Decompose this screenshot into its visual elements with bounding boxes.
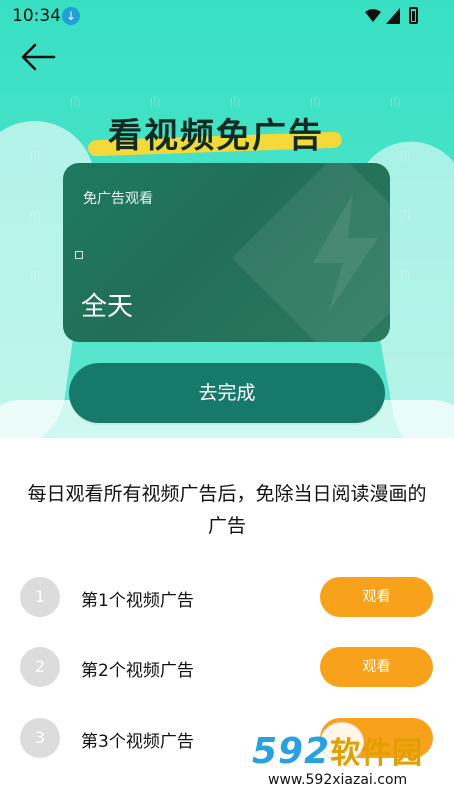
card-value: 全天: [81, 292, 134, 322]
small-square-icon: [75, 251, 83, 259]
watch-button[interactable]: 观看: [320, 647, 433, 687]
pattern-mark: ᗰ: [30, 149, 41, 165]
battery-icon: [409, 7, 418, 24]
pattern-mark: ᗰ: [30, 419, 41, 435]
ad-label: 第2个视频广告: [81, 661, 194, 681]
ad-label: 第3个视频广告: [81, 732, 194, 752]
complete-button[interactable]: 去完成: [69, 363, 385, 423]
watermark-url: www.592xiazai.com: [268, 772, 408, 788]
watch-button[interactable]: 观看: [320, 577, 433, 617]
pattern-mark: ᗰ: [70, 95, 81, 111]
pattern-mark: ᗰ: [30, 209, 41, 225]
list-item: 2 第2个视频广告 观看: [0, 647, 454, 689]
status-time: 10:34: [12, 6, 61, 26]
wifi-icon: [365, 9, 381, 22]
pattern-mark: ᗰ: [400, 419, 411, 435]
watermark-logo: 592软件园: [252, 728, 423, 772]
banner-title: 看视频免广告: [108, 116, 324, 156]
pattern-mark: ᗰ: [30, 269, 41, 285]
task-description: 每日观看所有视频广告后，免除当日阅读漫画的广告: [27, 483, 427, 537]
watermark-digits: 592: [252, 731, 331, 772]
back-arrow-icon[interactable]: [20, 42, 56, 72]
watermark: 592软件园 www.592xiazai.com: [250, 722, 454, 807]
step-number-badge: 1: [20, 577, 60, 617]
watermark-text: 软件园: [330, 736, 424, 771]
signal-icon: [386, 8, 400, 24]
step-number-badge: 3: [20, 718, 60, 758]
ad-free-card: 免广告观看 全天: [63, 163, 390, 342]
list-item: 1 第1个视频广告 观看: [0, 577, 454, 619]
ad-label: 第1个视频广告: [81, 591, 194, 611]
status-bar: 10:34 ↓: [0, 0, 454, 32]
step-number-badge: 2: [20, 647, 60, 687]
card-label: 免广告观看: [83, 191, 153, 207]
download-icon: ↓: [62, 7, 80, 25]
pattern-mark: ᗰ: [390, 95, 401, 111]
pattern-mark: ᗰ: [400, 149, 411, 165]
banner: 看视频免广告: [82, 108, 350, 157]
lightning-icon: [313, 193, 378, 313]
pattern-mark: ᗰ: [400, 209, 411, 225]
pattern-mark: ᗰ: [400, 269, 411, 285]
